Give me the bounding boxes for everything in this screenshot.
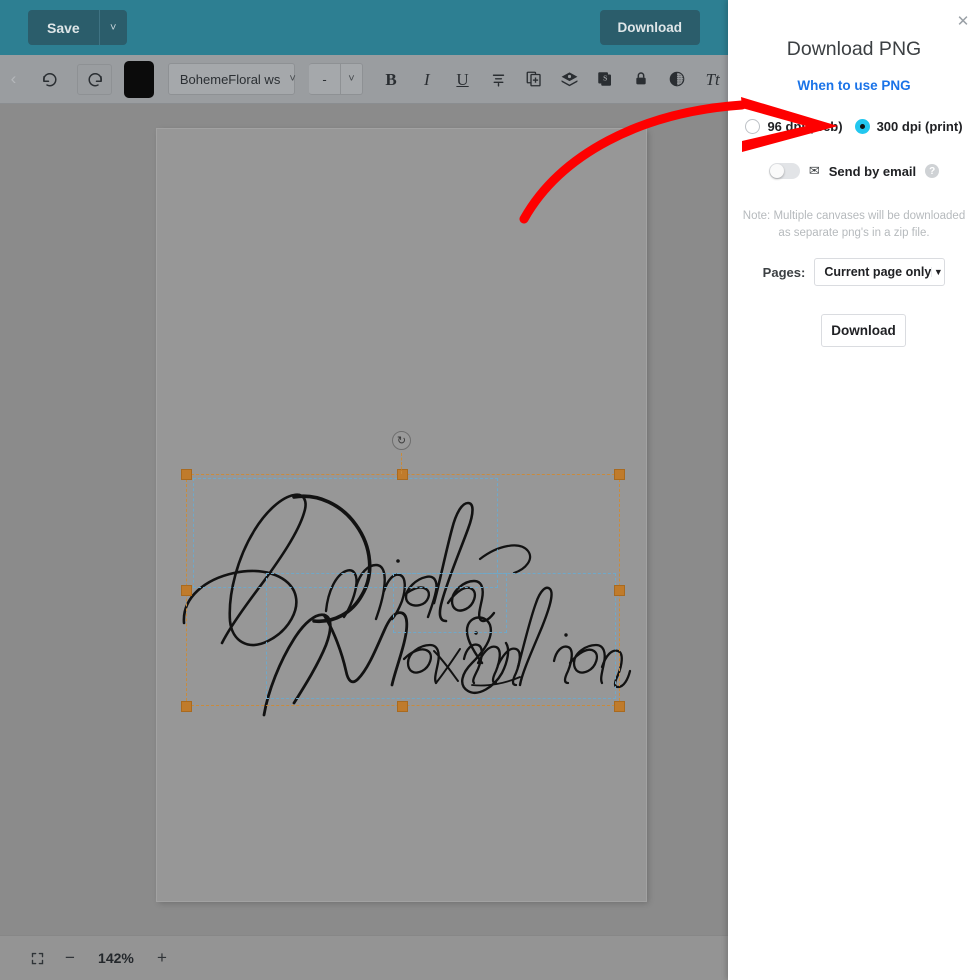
zoom-level-label: 142% xyxy=(95,950,137,966)
underline-label: U xyxy=(456,71,468,88)
send-by-email-row: ✉ Send by email ? xyxy=(728,158,980,184)
chevron-down-icon[interactable]: ˅ xyxy=(99,10,127,45)
editor-app: Save ˅ Download ‹ BohemeFloral ws ˅ xyxy=(0,0,980,980)
text-style-label: Tt xyxy=(706,71,720,88)
dpi-option-300[interactable]: 300 dpi (print) xyxy=(855,119,963,134)
lock-icon[interactable] xyxy=(626,55,657,104)
zoom-toolbar: − 142% + xyxy=(0,935,728,980)
italic-label: I xyxy=(424,71,430,88)
shadow-icon[interactable]: S xyxy=(590,55,621,104)
svg-text:S: S xyxy=(604,74,608,83)
bold-label: B xyxy=(385,71,396,88)
resize-handle-top-right[interactable] xyxy=(614,469,625,480)
pages-select-value: Current page only xyxy=(815,265,931,279)
editor-region: Save ˅ Download ‹ BohemeFloral ws ˅ xyxy=(0,0,728,980)
panel-title: Download PNG xyxy=(728,38,980,61)
resize-handle-top-left[interactable] xyxy=(181,469,192,480)
zoom-out-button[interactable]: − xyxy=(65,948,75,968)
chevron-down-icon: ▼ xyxy=(931,267,944,277)
close-icon[interactable]: ✕ xyxy=(954,12,972,30)
chevron-down-icon: ˅ xyxy=(340,64,361,94)
underline-button[interactable]: U xyxy=(447,55,478,104)
chevron-left-icon[interactable]: ‹ xyxy=(0,55,27,104)
save-button-group[interactable]: Save ˅ xyxy=(28,10,127,45)
envelope-icon: ✉ xyxy=(809,163,820,179)
dpi-option-group: 96 dpi (web) 300 dpi (print) xyxy=(728,113,980,139)
radio-icon-96dpi[interactable] xyxy=(745,119,760,134)
download-button-topbar[interactable]: Download xyxy=(600,10,701,45)
bold-button[interactable]: B xyxy=(376,55,407,104)
chevron-down-icon: ˅ xyxy=(289,73,304,85)
text-style-button[interactable]: Tt xyxy=(697,55,728,104)
resize-handle-bottom-center[interactable] xyxy=(397,701,408,712)
undo-button[interactable] xyxy=(33,64,68,95)
pages-label: Pages: xyxy=(763,265,806,280)
download-png-panel: ✕ Download PNG When to use PNG 96 dpi (w… xyxy=(728,0,980,980)
radio-icon-300dpi-selected[interactable] xyxy=(855,119,870,134)
duplicate-page-icon[interactable] xyxy=(519,55,550,104)
dpi-option-300-label: 300 dpi (print) xyxy=(877,119,963,134)
selection-bounding-box[interactable] xyxy=(186,474,620,706)
send-by-email-label: Send by email xyxy=(829,164,916,179)
font-family-value: BohemeFloral ws xyxy=(169,72,289,87)
redo-button[interactable] xyxy=(77,64,112,95)
top-app-bar: Save ˅ Download xyxy=(0,0,728,55)
download-button-panel[interactable]: Download xyxy=(821,314,906,347)
font-size-select[interactable]: - ˅ xyxy=(309,63,363,95)
download-note: Note: Multiple canvases will be download… xyxy=(738,208,970,241)
rotate-handle-icon[interactable]: ↻ xyxy=(392,431,411,450)
send-by-email-toggle[interactable] xyxy=(769,163,800,179)
text-color-swatch[interactable] xyxy=(124,61,154,98)
resize-handle-middle-left[interactable] xyxy=(181,585,192,596)
align-center-icon[interactable] xyxy=(483,55,514,104)
pages-row: Pages: Current page only ▼ xyxy=(728,258,980,286)
resize-handle-bottom-left[interactable] xyxy=(181,701,192,712)
resize-handle-middle-right[interactable] xyxy=(614,585,625,596)
formatting-toolbar: ‹ BohemeFloral ws ˅ - ˅ B xyxy=(0,55,728,104)
dpi-option-96[interactable]: 96 dpi (web) xyxy=(745,119,842,134)
zoom-in-button[interactable]: + xyxy=(157,948,167,968)
dpi-option-96-label: 96 dpi (web) xyxy=(767,119,842,134)
save-button[interactable]: Save xyxy=(28,10,99,45)
fit-to-screen-icon[interactable] xyxy=(30,951,45,966)
font-family-select[interactable]: BohemeFloral ws ˅ xyxy=(168,63,295,95)
rotate-handle-stem xyxy=(401,453,402,474)
italic-button[interactable]: I xyxy=(411,55,442,104)
opacity-icon[interactable] xyxy=(662,55,693,104)
resize-handle-top-center[interactable] xyxy=(397,469,408,480)
layers-icon[interactable] xyxy=(554,55,585,104)
pages-select[interactable]: Current page only ▼ xyxy=(814,258,945,286)
resize-handle-bottom-right[interactable] xyxy=(614,701,625,712)
canvas-workspace[interactable]: ↻ xyxy=(0,105,728,935)
font-size-value: - xyxy=(309,72,340,87)
when-to-use-png-link[interactable]: When to use PNG xyxy=(728,78,980,93)
question-mark-icon[interactable]: ? xyxy=(925,164,939,178)
